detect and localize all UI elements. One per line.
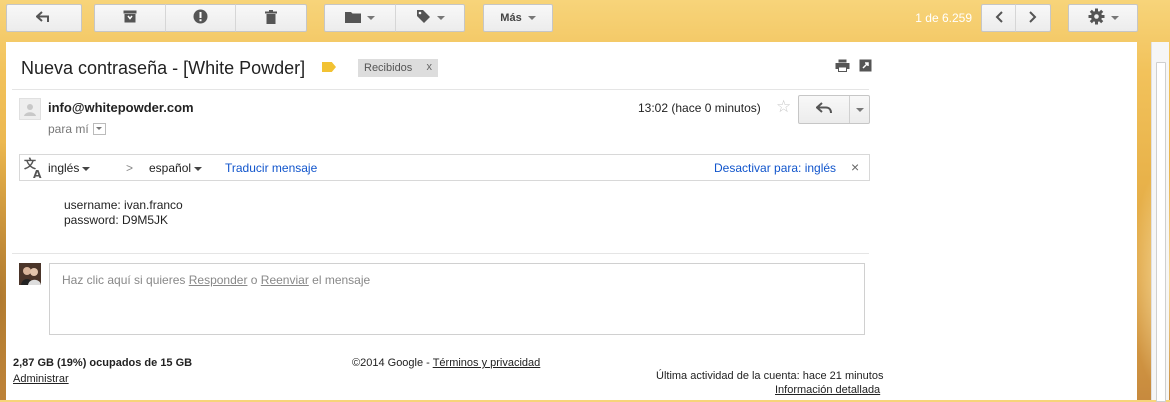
target-language-label: español bbox=[149, 161, 192, 175]
recipient-text: para mí bbox=[48, 122, 89, 136]
quick-reply-box[interactable]: Haz clic aquí si quieres Responder o Ree… bbox=[49, 263, 865, 335]
star-icon[interactable]: ☆ bbox=[776, 97, 791, 117]
pager-count: 1 de 6.259 bbox=[915, 11, 972, 25]
labels-button[interactable] bbox=[395, 4, 465, 32]
message-subject: Nueva contraseña - [White Powder] bbox=[21, 58, 306, 78]
chevron-down-icon bbox=[855, 107, 864, 112]
new-window-icon bbox=[859, 59, 872, 75]
language-arrow: > bbox=[126, 161, 134, 175]
message-time: 13:02 (hace 0 minutos) bbox=[638, 101, 761, 115]
manage-storage-text: Administrar bbox=[13, 373, 69, 385]
archive-button[interactable] bbox=[94, 4, 166, 32]
disable-translation-link[interactable]: Desactivar para: inglés bbox=[714, 161, 836, 175]
move-to-button[interactable] bbox=[324, 4, 396, 32]
translate-icon: 文A bbox=[24, 156, 44, 182]
forward-link[interactable]: Reenviar bbox=[261, 273, 309, 287]
chevron-down-icon bbox=[194, 166, 203, 171]
folder-icon bbox=[345, 11, 361, 26]
more-button[interactable]: Más bbox=[483, 4, 553, 32]
reply-icon bbox=[815, 102, 832, 117]
recipient-line: para mí bbox=[48, 122, 106, 136]
reply-suffix: el mensaje bbox=[308, 273, 371, 287]
label-chip-remove[interactable]: x bbox=[427, 61, 433, 73]
open-new-window-button[interactable] bbox=[857, 59, 873, 75]
report-spam-button[interactable] bbox=[165, 4, 236, 32]
source-language-label: inglés bbox=[48, 161, 80, 175]
gear-icon bbox=[1088, 8, 1105, 28]
body-line: password: D9M5JK bbox=[64, 213, 169, 227]
chevron-right-icon bbox=[1029, 10, 1037, 26]
svg-text:A: A bbox=[33, 168, 42, 179]
source-language-select[interactable]: inglés bbox=[48, 161, 91, 175]
archive-icon bbox=[123, 10, 137, 26]
user-avatar[interactable] bbox=[19, 263, 41, 285]
label-icon bbox=[416, 9, 431, 27]
chevron-left-icon bbox=[995, 10, 1003, 26]
copyright-text: ©2014 Google - bbox=[352, 357, 433, 369]
print-icon bbox=[835, 59, 850, 75]
storage-usage: 2,87 GB (19%) ocupados de 15 GB bbox=[13, 357, 193, 369]
older-button[interactable] bbox=[1015, 4, 1051, 32]
scrollbar[interactable] bbox=[1151, 42, 1169, 402]
report-spam-icon bbox=[193, 9, 208, 27]
more-reply-options-button[interactable] bbox=[850, 96, 869, 123]
recipient-details-toggle[interactable] bbox=[92, 122, 106, 135]
sender-avatar[interactable] bbox=[19, 98, 41, 120]
copyright-line: ©2014 Google - Términos y privacidad bbox=[352, 357, 540, 369]
terms-link[interactable]: Términos y privacidad bbox=[433, 357, 541, 369]
target-language-select[interactable]: español bbox=[149, 161, 203, 175]
more-label: Más bbox=[500, 12, 522, 24]
close-icon[interactable]: × bbox=[851, 159, 859, 175]
activity-details-text: Información detallada bbox=[775, 384, 881, 396]
newer-button[interactable] bbox=[981, 4, 1016, 32]
delete-icon bbox=[265, 9, 277, 27]
settings-button[interactable] bbox=[1068, 4, 1138, 32]
print-all-button[interactable] bbox=[834, 59, 850, 75]
activity-details-link[interactable]: Información detallada bbox=[775, 384, 880, 396]
reply-prefix: Haz clic aquí si quieres bbox=[62, 273, 189, 287]
reply-middle: o bbox=[247, 273, 261, 287]
translate-message-link[interactable]: Traducir mensaje bbox=[225, 161, 317, 175]
reply-button[interactable] bbox=[799, 96, 849, 123]
divider bbox=[12, 89, 869, 90]
message-body: username: ivan.franco password: D9M5JK bbox=[64, 198, 183, 228]
back-button[interactable] bbox=[6, 4, 82, 32]
label-chip-inbox[interactable]: Recibidos x bbox=[358, 59, 438, 77]
last-activity: Última actividad de la cuenta: hace 21 m… bbox=[656, 370, 884, 382]
sender-email[interactable]: info@whitepowder.com bbox=[48, 100, 194, 115]
chevron-down-icon bbox=[82, 166, 91, 171]
back-arrow-icon bbox=[35, 10, 52, 26]
delete-button[interactable] bbox=[235, 4, 307, 32]
body-line: username: ivan.franco bbox=[64, 198, 183, 212]
chevron-down-icon bbox=[1110, 16, 1119, 20]
label-chip-text: Recibidos bbox=[364, 62, 413, 74]
divider bbox=[12, 253, 869, 254]
chevron-down-icon bbox=[436, 16, 445, 20]
reply-button-group bbox=[798, 95, 870, 124]
chevron-down-icon bbox=[527, 16, 536, 20]
translate-bar: 文A inglés > español Traducir mensaje Des… bbox=[19, 154, 870, 181]
reply-link[interactable]: Responder bbox=[189, 273, 248, 287]
chevron-down-icon bbox=[367, 16, 375, 20]
scrollbar-thumb[interactable] bbox=[1156, 62, 1166, 402]
manage-storage-link[interactable]: Administrar bbox=[13, 373, 69, 385]
